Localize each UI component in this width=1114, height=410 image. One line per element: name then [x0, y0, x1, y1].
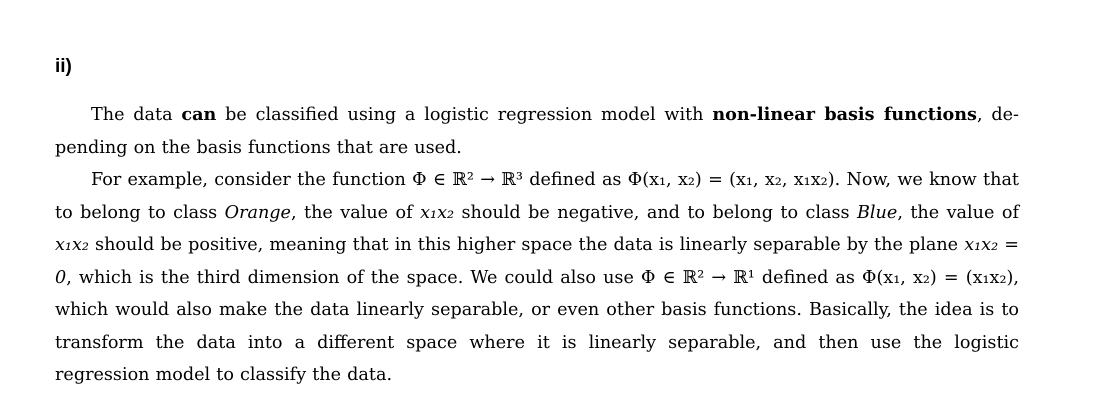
math-phi-definition: Φ(x₁, x₂) = (x₁, x₂, x₁x₂)	[627, 170, 835, 190]
emphasis-basis-functions: non-linear basis functions	[712, 104, 977, 125]
text: defined as	[522, 170, 628, 190]
class-blue: Blue	[857, 202, 898, 223]
text: The data	[91, 105, 182, 125]
text: , the value of	[290, 202, 421, 223]
text: , the value of	[897, 202, 1019, 223]
math-phi-r2-r1: Φ ∈ ℝ² → ℝ¹	[640, 267, 755, 288]
math-phi-r2-r3: Φ ∈ ℝ² → ℝ³	[412, 170, 523, 190]
math-x1x2: x₁x₂	[55, 235, 89, 255]
section-heading: ii)	[55, 56, 72, 77]
text: should be positive, meaning that in this…	[88, 235, 965, 255]
math-x1x2: x₁x₂	[420, 202, 455, 223]
math-phi-definition-2: Φ(x₁, x₂) = (x₁x₂)	[862, 267, 1014, 288]
text: defined as	[754, 267, 863, 288]
class-orange: Orange	[224, 202, 291, 223]
text: For example, consider the function	[91, 170, 413, 190]
paragraph-2: For example, consider the function Φ ∈ ℝ…	[55, 164, 1019, 392]
paragraph-1: The data can be classified using a logis…	[55, 99, 1019, 164]
text: be classified using a logistic regressio…	[216, 105, 713, 125]
text: should be negative, and to belong to cla…	[454, 202, 857, 223]
text: , which is the third dimension of the sp…	[66, 267, 641, 288]
emphasis-can: can	[181, 104, 217, 125]
document-page: ii) The data can be classified using a l…	[0, 0, 1114, 410]
